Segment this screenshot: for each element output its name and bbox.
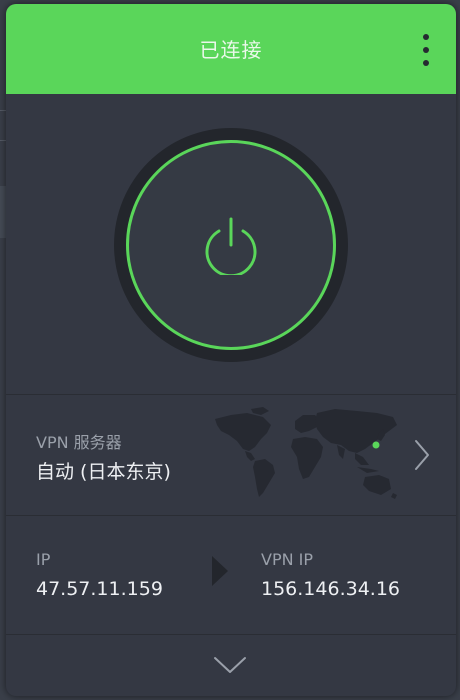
more-menu-button[interactable] <box>416 32 436 68</box>
chevron-right-icon <box>415 440 429 470</box>
server-value: 自动 (日本东京) <box>36 461 171 483</box>
arrow-right-icon <box>212 556 228 586</box>
chevron-down-icon[interactable] <box>213 655 247 675</box>
connection-status-title: 已连接 <box>199 38 263 62</box>
local-ip-value: 47.57.11.159 <box>36 578 163 600</box>
vpn-ip-label: VPN IP <box>261 550 314 569</box>
power-section <box>6 94 456 394</box>
header-bar: 已连接 <box>6 4 456 94</box>
local-ip-label: IP <box>36 550 51 569</box>
server-label: VPN 服务器 <box>36 433 122 452</box>
power-button-shadow <box>114 128 348 362</box>
ip-info-section: IP 47.57.11.159 VPN IP 156.146.34.16 <box>6 516 456 634</box>
vpn-app-window: 已连接 VPN 服务器 自动 (日本东京) IP 47.57.11.159 VP… <box>6 4 456 696</box>
server-location-marker <box>372 441 380 449</box>
expand-section <box>6 635 456 696</box>
vpn-ip-value: 156.146.34.16 <box>261 578 401 600</box>
vpn-server-selector[interactable]: VPN 服务器 自动 (日本东京) <box>6 395 456 515</box>
power-button[interactable] <box>126 140 336 350</box>
world-map-icon <box>215 407 397 499</box>
power-icon <box>205 217 257 275</box>
